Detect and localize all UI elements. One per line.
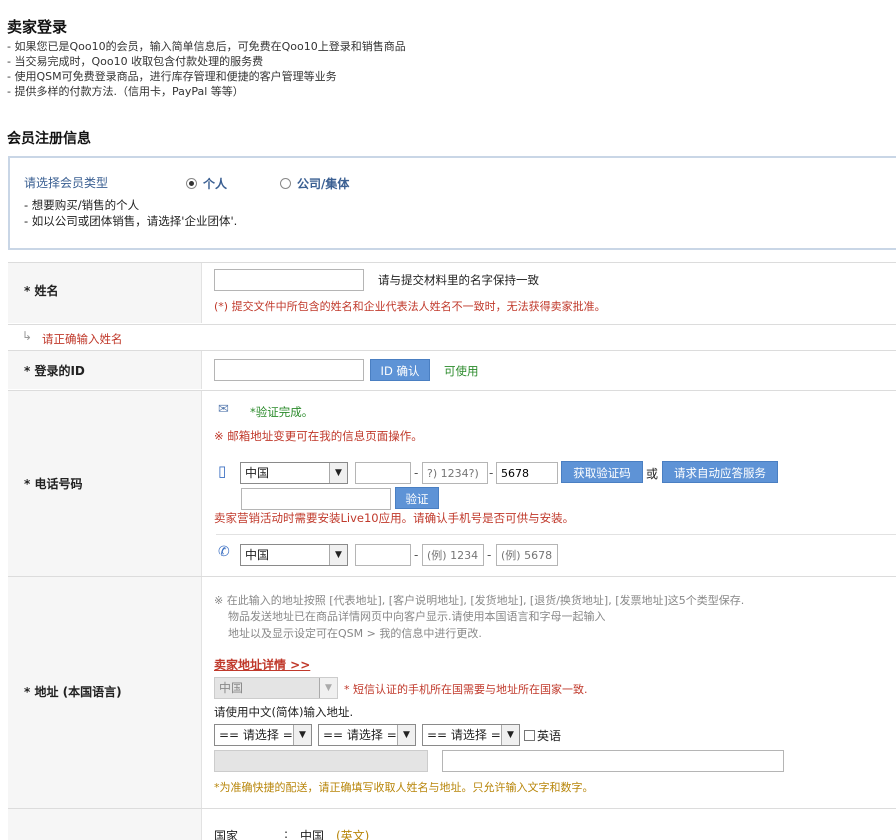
name-warning: (*) 提交文件中所包含的姓名和企业代表法人姓名不一致时，无法获得卖家批准。 (214, 300, 606, 313)
address-line2-input[interactable] (442, 750, 784, 772)
tel-part2-input[interactable] (422, 544, 484, 566)
radio-company-label: 公司/集体 (297, 177, 350, 191)
city-select[interactable]: == 请选择 == ▼ (318, 724, 416, 746)
intro-item: - 当交易完成时，Qoo10 收取包含付款处理的服务费 (7, 55, 264, 68)
city-value: == 请选择 == (323, 728, 407, 742)
radio-personal[interactable]: 个人 (186, 175, 227, 192)
login-id-label: * 登录的ID (24, 364, 85, 378)
province-select[interactable]: == 请选择 == ▼ (214, 724, 312, 746)
tel-part3-input[interactable] (496, 544, 558, 566)
summary-colon: : (284, 827, 289, 840)
address-input-hint: 请使用中文(简体)输入地址. (214, 705, 354, 719)
member-type-note-1: - 想要购买/销售的个人 (24, 198, 140, 212)
address-line1-input[interactable] (214, 750, 428, 772)
auto-service-button[interactable]: 请求自动应答服务 (662, 461, 778, 483)
chevron-down-icon: ▼ (501, 725, 519, 745)
chevron-down-icon: ▼ (397, 725, 415, 745)
name-label: * 姓名 (24, 284, 59, 298)
english-checkbox[interactable]: 英语 (524, 727, 561, 744)
address-country-value: 中国 (219, 681, 244, 695)
dash: - (414, 466, 419, 480)
arrow-return-icon: ↳ (22, 329, 33, 343)
radio-company[interactable]: 公司/集体 (280, 175, 349, 192)
section-title: 会员注册信息 (7, 131, 91, 147)
address-country-note: * 短信认证的手机所在国需要与地址所在国家一致. (344, 683, 588, 696)
get-code-button[interactable]: 获取验证码 (561, 461, 643, 483)
intro-item: - 如果您已是Qoo10的会员，输入简单信息后，可免费在Qoo10上登录和销售商… (7, 40, 406, 53)
summary-country-value: 中国 (300, 829, 325, 840)
envelope-icon: ✉ (218, 402, 229, 417)
divider (216, 534, 896, 535)
or-text: 或 (646, 467, 659, 481)
mobile-part3-input[interactable] (496, 462, 558, 484)
phone-label: * 电话号码 (24, 477, 83, 491)
address-note-2: 物品发送地址已在商品详情网页中向客户显示.请使用本国语言和字母一起输入 (228, 610, 606, 623)
province-value: == 请选择 == (219, 728, 303, 742)
email-verified: *验证完成。 (250, 405, 314, 419)
english-label: 英语 (537, 729, 562, 743)
mobile-part1-input[interactable] (355, 462, 411, 484)
address-note-1: ※ 在此输入的地址按照 [代表地址], [客户说明地址], [发货地址], [退… (214, 594, 745, 607)
name-hint: 请与提交材料里的名字保持一致 (378, 273, 539, 287)
mobile-country-select[interactable]: 中国 ▼ (240, 462, 348, 484)
id-check-button[interactable]: ID 确认 (370, 359, 430, 381)
district-select[interactable]: == 请选择 == ▼ (422, 724, 520, 746)
chevron-down-icon: ▼ (329, 545, 347, 565)
page-title: 卖家登录 (7, 18, 68, 36)
telephone-icon: ✆ (218, 544, 230, 560)
address-note-3: 地址以及显示设定可在QSM > 我的信息中进行更改. (228, 627, 482, 640)
email-change-note: ※ 邮箱地址变更可在我的信息页面操作。 (214, 429, 423, 443)
intro-item: - 提供多样的付款方法.（信用卡，PayPal 等等） (7, 85, 244, 98)
district-value: == 请选择 == (427, 728, 511, 742)
tel-part1-input[interactable] (355, 544, 411, 566)
address-country-select[interactable]: 中国 ▼ (214, 677, 338, 699)
chevron-down-icon: ▼ (293, 725, 311, 745)
checkbox-icon (524, 730, 535, 741)
member-type-label: 请选择会员类型 (24, 176, 109, 190)
verify-code-input[interactable] (241, 488, 391, 510)
id-status: 可使用 (444, 364, 479, 378)
verify-button[interactable]: 验证 (395, 487, 439, 509)
radio-unchecked-icon (280, 178, 291, 189)
app-note: 卖家营销活动时需要安装Live10应用。请确认手机号是否可供与安装。 (214, 511, 575, 525)
name-error: 请正确输入姓名 (42, 332, 123, 346)
address-label: * 地址 (本国语言) (24, 685, 122, 699)
intro-list: - 如果您已是Qoo10的会员，输入简单信息后，可免费在Qoo10上登录和销售商… (7, 39, 406, 99)
address-footer-note: *为准确快捷的配送，请正确填写收取人姓名与地址。只允许输入文字和数字。 (214, 781, 594, 794)
login-id-input[interactable] (214, 359, 364, 381)
member-type-note-2: - 如以公司或团体销售，请选择'企业团体'. (24, 214, 238, 228)
chevron-down-icon: ▼ (319, 678, 337, 698)
intro-item: - 使用QSM可免费登录商品，进行库存管理和便捷的客户管理等业务 (7, 70, 337, 83)
address-detail-link[interactable]: 卖家地址详情 >> (214, 656, 310, 673)
radio-personal-label: 个人 (203, 177, 228, 191)
summary-country-label: 国家 (214, 829, 239, 840)
mobile-part2-input[interactable] (422, 462, 488, 484)
tel-country-value: 中国 (245, 548, 270, 562)
mobile-phone-icon: ▯ (218, 462, 227, 480)
chevron-down-icon: ▼ (329, 463, 347, 483)
name-input[interactable] (214, 269, 364, 291)
summary-english-tag: (英文) (336, 829, 370, 840)
radio-checked-icon (186, 178, 197, 189)
mobile-country-value: 中国 (245, 466, 270, 480)
member-type-box (8, 156, 896, 250)
summary-label-cell (8, 809, 202, 840)
dash: - (487, 548, 492, 562)
dash: - (489, 466, 494, 480)
name-error-row (8, 324, 896, 350)
dash: - (414, 548, 419, 562)
tel-country-select[interactable]: 中国 ▼ (240, 544, 348, 566)
